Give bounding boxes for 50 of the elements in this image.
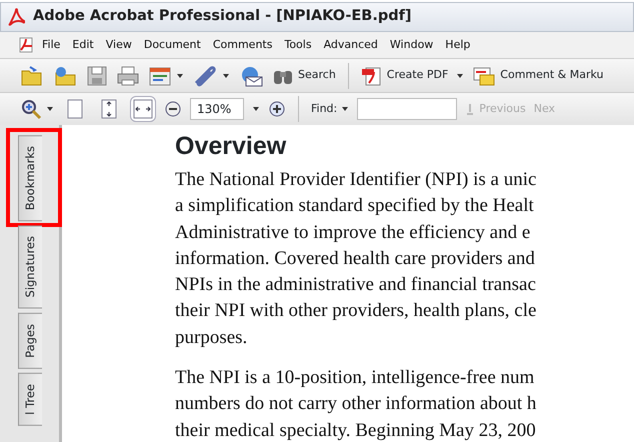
comment-note-icon bbox=[472, 64, 496, 86]
caret-icon[interactable] bbox=[456, 72, 464, 78]
side-tab[interactable]: l Tree bbox=[18, 372, 42, 426]
pdf-document-icon bbox=[360, 64, 383, 86]
zoom-field[interactable]: 130% bbox=[190, 98, 244, 120]
document-heading: Overview bbox=[175, 131, 288, 161]
caret-icon[interactable] bbox=[222, 72, 230, 78]
document-text-line: The NPI is a 10-position, intelligence-free num bbox=[175, 366, 536, 390]
zoom-in-icon[interactable] bbox=[268, 100, 286, 118]
find-field[interactable] bbox=[357, 98, 458, 120]
find-menu[interactable]: Find: bbox=[311, 100, 350, 118]
print-icon[interactable] bbox=[116, 64, 140, 86]
document-text-line: The National Provider Identifier (NPI) is a unic bbox=[175, 168, 538, 192]
zoom-tool-icon[interactable] bbox=[20, 98, 42, 120]
window-title: Adobe Acrobat Professional - [NPIAKO-EB.pdf] bbox=[33, 7, 412, 26]
document-text-line: numbers do not carry other information about h bbox=[175, 392, 538, 416]
menu-item[interactable]: Document bbox=[138, 36, 207, 54]
document-text-line: a simplification standard specified by the Healt bbox=[175, 194, 535, 218]
caret-icon[interactable] bbox=[176, 72, 184, 78]
comment-markup-button[interactable]: Comment & Marku bbox=[472, 64, 604, 86]
find-previous-icon bbox=[465, 102, 476, 116]
document-text-line: information. Covered health care providers and bbox=[175, 246, 536, 271]
fit-width-button[interactable] bbox=[130, 96, 156, 122]
side-tab[interactable]: Bookmarks bbox=[18, 135, 42, 222]
create-pdf-button[interactable]: Create PDF bbox=[360, 64, 448, 86]
search-button[interactable]: Search bbox=[272, 66, 336, 86]
caret-icon[interactable] bbox=[46, 106, 54, 112]
organizer-icon[interactable] bbox=[148, 64, 172, 86]
save-icon[interactable] bbox=[86, 64, 108, 86]
menu-item[interactable]: Tools bbox=[278, 36, 318, 54]
menu-item[interactable]: File bbox=[36, 36, 66, 54]
menu-item[interactable]: Help bbox=[439, 36, 476, 54]
document-text-line: their medical specialty. Beginning May 23, 200 bbox=[175, 418, 537, 442]
zoom-out-icon[interactable] bbox=[164, 100, 182, 118]
menu-item[interactable]: Window bbox=[384, 36, 440, 54]
caret-icon[interactable] bbox=[341, 106, 350, 112]
document-text-line: their NPI with other providers, health plans, cle bbox=[175, 299, 538, 324]
fit-width-icon bbox=[131, 97, 155, 121]
side-tab[interactable]: Signatures bbox=[18, 225, 42, 309]
acrobat-logo-icon bbox=[7, 8, 25, 26]
document-text-line: Administrative to improve the efficiency and e bbox=[175, 220, 532, 245]
document-text-line: NPIs in the administrative and financial transac bbox=[175, 273, 537, 298]
menu-item[interactable]: Edit bbox=[66, 36, 100, 54]
open-folder-icon[interactable] bbox=[20, 64, 44, 86]
side-tab[interactable]: Pages bbox=[18, 312, 42, 369]
caret-icon[interactable] bbox=[252, 106, 260, 112]
menu-item[interactable]: View bbox=[100, 36, 138, 54]
menu-item[interactable]: Comments bbox=[206, 36, 278, 54]
document-text-line: purposes. bbox=[175, 326, 248, 350]
menu-item[interactable]: Advanced bbox=[318, 36, 384, 54]
